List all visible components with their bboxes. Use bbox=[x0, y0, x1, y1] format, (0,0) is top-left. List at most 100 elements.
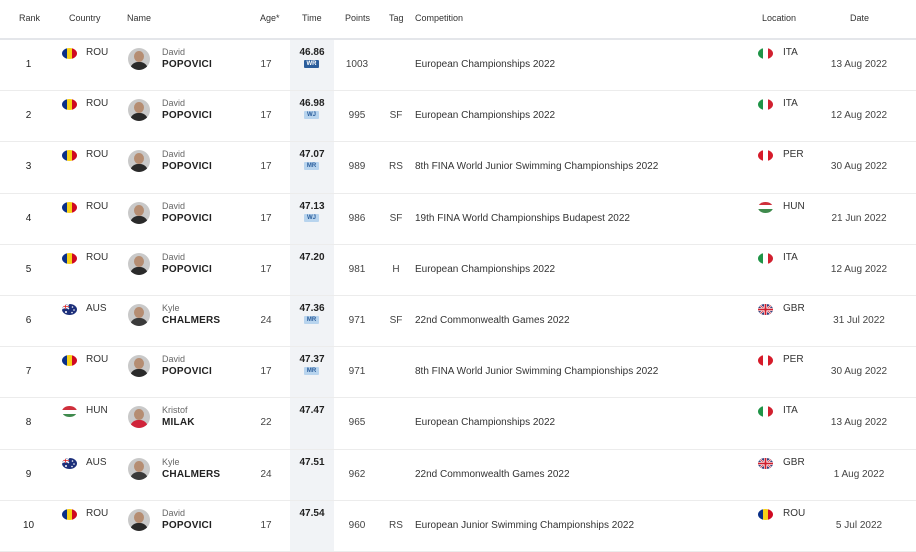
flag-romania-icon bbox=[62, 355, 77, 367]
time-cell: 47.47 bbox=[299, 405, 325, 417]
athlete-first-name[interactable]: David bbox=[162, 98, 185, 108]
avatar-body bbox=[130, 113, 148, 122]
athlete-first-name[interactable]: David bbox=[162, 508, 185, 518]
athlete-last-name[interactable]: POPOVICI bbox=[162, 110, 212, 121]
rankings-table: Rank Country Name Age* Time Points Tag C… bbox=[0, 0, 916, 552]
athlete-avatar[interactable] bbox=[128, 201, 150, 224]
table-row[interactable]: 7 ROU David POPOVICI 17 47.37 MR 971 8th FINA Wo… bbox=[0, 347, 916, 399]
points-cell: 960 bbox=[348, 519, 366, 531]
points-cell: 995 bbox=[348, 110, 366, 122]
points-cell: 989 bbox=[348, 161, 366, 173]
location-code: GBR bbox=[783, 302, 805, 314]
competition-link[interactable]: 19th FINA World Championships Budapest 2… bbox=[415, 213, 630, 224]
age-cell: 17 bbox=[260, 263, 272, 275]
flag-australia-icon bbox=[62, 303, 77, 315]
athlete-first-name[interactable]: Kyle bbox=[162, 303, 180, 313]
header-tag[interactable]: Tag bbox=[389, 13, 404, 23]
table-row[interactable]: 1 ROU David POPOVICI 17 46.86 WR 1003 European C… bbox=[0, 40, 916, 92]
location-code: ROU bbox=[783, 507, 806, 519]
time-cell: 46.98 bbox=[299, 98, 325, 110]
avatar-head bbox=[134, 306, 144, 318]
rank-cell: 4 bbox=[25, 212, 32, 224]
tag-cell: SF bbox=[389, 212, 403, 224]
athlete-last-name[interactable]: POPOVICI bbox=[162, 213, 212, 224]
athlete-avatar[interactable] bbox=[128, 457, 150, 480]
athlete-avatar[interactable] bbox=[128, 508, 150, 531]
rank-cell: 8 bbox=[25, 417, 32, 429]
table-row[interactable]: 3 ROU David POPOVICI 17 47.07 MR 989 RS 8th FINA … bbox=[0, 142, 916, 194]
athlete-first-name[interactable]: David bbox=[162, 252, 185, 262]
competition-link[interactable]: 8th FINA World Junior Swimming Champions… bbox=[415, 366, 658, 377]
rank-cell: 3 bbox=[25, 161, 32, 173]
location-code: PER bbox=[783, 354, 804, 366]
table-row[interactable]: 6 AUS Kyle CHALMERS 24 47.36 MR 971 SF 22nd Commo… bbox=[0, 296, 916, 348]
athlete-last-name[interactable]: POPOVICI bbox=[162, 366, 212, 377]
avatar-head bbox=[134, 153, 144, 165]
avatar-body bbox=[130, 369, 148, 378]
flag-romania-icon bbox=[758, 508, 773, 520]
table-row[interactable]: 10 ROU David POPOVICI 17 47.54 960 RS European J… bbox=[0, 501, 916, 552]
avatar-head bbox=[134, 460, 144, 472]
athlete-avatar[interactable] bbox=[128, 355, 150, 378]
competition-link[interactable]: 22nd Commonwealth Games 2022 bbox=[415, 315, 570, 326]
location-code: ITA bbox=[783, 405, 798, 417]
header-rank[interactable]: Rank bbox=[19, 13, 40, 23]
athlete-first-name[interactable]: David bbox=[162, 354, 185, 364]
date-cell: 5 Jul 2022 bbox=[835, 519, 883, 531]
athlete-last-name[interactable]: POPOVICI bbox=[162, 59, 212, 70]
header-location[interactable]: Location bbox=[762, 13, 796, 23]
header-date[interactable]: Date bbox=[850, 13, 869, 23]
date-cell: 21 Jun 2022 bbox=[831, 212, 887, 224]
athlete-first-name[interactable]: David bbox=[162, 47, 185, 57]
competition-link[interactable]: 8th FINA World Junior Swimming Champions… bbox=[415, 161, 658, 172]
table-row[interactable]: 8 HUN Kristof MILAK 22 47.47 965 European Champ… bbox=[0, 398, 916, 450]
athlete-first-name[interactable]: David bbox=[162, 201, 185, 211]
athlete-avatar[interactable] bbox=[128, 406, 150, 429]
athlete-avatar[interactable] bbox=[128, 150, 150, 173]
table-row[interactable]: 2 ROU David POPOVICI 17 46.98 WJ 995 SF European … bbox=[0, 91, 916, 143]
competition-link[interactable]: European Championships 2022 bbox=[415, 264, 555, 275]
athlete-avatar[interactable] bbox=[128, 252, 150, 275]
location-code: ITA bbox=[783, 251, 798, 263]
athlete-last-name[interactable]: POPOVICI bbox=[162, 264, 212, 275]
athlete-last-name[interactable]: CHALMERS bbox=[162, 469, 220, 480]
competition-link[interactable]: European Junior Swimming Championships 2… bbox=[415, 520, 634, 531]
time-cell: 46.86 bbox=[299, 47, 325, 58]
avatar-body bbox=[130, 420, 148, 429]
location-code: GBR bbox=[783, 456, 805, 468]
location-code: PER bbox=[783, 149, 804, 161]
header-time[interactable]: Time bbox=[302, 13, 322, 23]
country-code: ROU bbox=[86, 251, 109, 263]
table-row[interactable]: 9 AUS Kyle CHALMERS 24 47.51 962 22nd Commonwea… bbox=[0, 450, 916, 501]
avatar-head bbox=[134, 51, 144, 62]
rank-cell: 5 bbox=[25, 263, 32, 275]
table-row[interactable]: 4 ROU David POPOVICI 17 47.13 WJ 986 SF 19th FINA… bbox=[0, 194, 916, 245]
athlete-last-name[interactable]: CHALMERS bbox=[162, 315, 220, 326]
competition-link[interactable]: European Championships 2022 bbox=[415, 59, 555, 70]
athlete-avatar[interactable] bbox=[128, 99, 150, 122]
header-competition[interactable]: Competition bbox=[415, 13, 463, 23]
competition-link[interactable]: European Championships 2022 bbox=[415, 417, 555, 428]
athlete-last-name[interactable]: POPOVICI bbox=[162, 161, 212, 172]
athlete-first-name[interactable]: Kristof bbox=[162, 405, 188, 415]
athlete-first-name[interactable]: David bbox=[162, 149, 185, 159]
athlete-avatar[interactable] bbox=[128, 303, 150, 326]
flag-peru-icon bbox=[758, 150, 773, 162]
athlete-last-name[interactable]: POPOVICI bbox=[162, 520, 212, 531]
athlete-first-name[interactable]: Kyle bbox=[162, 457, 180, 467]
header-age[interactable]: Age* bbox=[260, 13, 280, 23]
header-name[interactable]: Name bbox=[127, 13, 151, 23]
tag-cell: RS bbox=[389, 519, 403, 531]
competition-link[interactable]: European Championships 2022 bbox=[415, 110, 555, 121]
table-row[interactable]: 5 ROU David POPOVICI 17 47.20 981 H European Cha… bbox=[0, 245, 916, 296]
athlete-last-name[interactable]: MILAK bbox=[162, 417, 195, 428]
avatar-head bbox=[134, 204, 144, 216]
country-code: ROU bbox=[86, 149, 109, 161]
age-cell: 22 bbox=[260, 417, 272, 429]
header-country[interactable]: Country bbox=[69, 13, 101, 23]
time-cell: 47.54 bbox=[299, 507, 325, 519]
competition-link[interactable]: 22nd Commonwealth Games 2022 bbox=[415, 469, 570, 480]
date-cell: 31 Jul 2022 bbox=[833, 314, 885, 326]
header-points[interactable]: Points bbox=[345, 13, 370, 23]
athlete-avatar[interactable] bbox=[128, 48, 150, 70]
